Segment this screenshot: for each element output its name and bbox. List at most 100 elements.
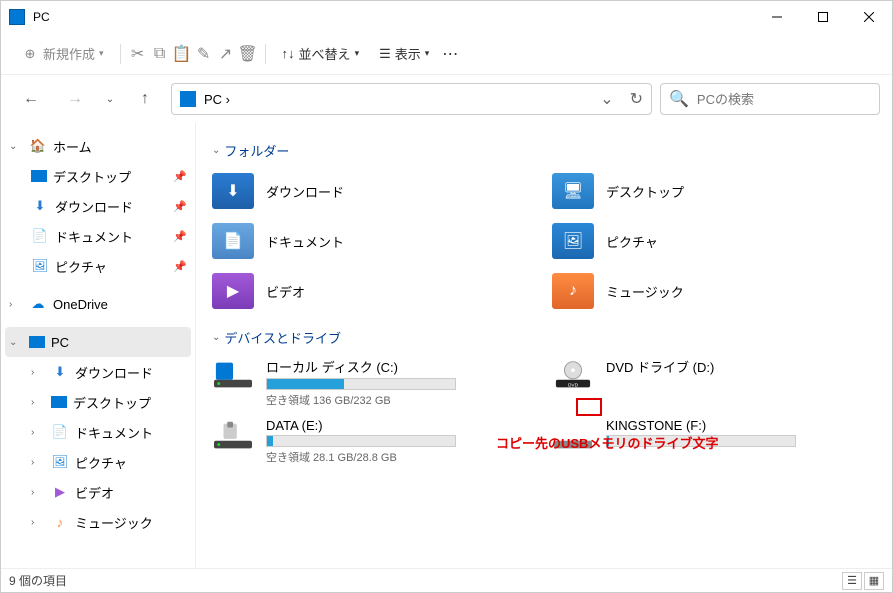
folder-label: ミュージック <box>606 282 684 301</box>
folder-videos[interactable]: ▶ ビデオ <box>212 270 536 312</box>
sidebar-item-pc-downloads[interactable]: › ⬇ ダウンロード <box>1 357 195 387</box>
section-folders-header[interactable]: ⌄ フォルダー <box>212 141 876 160</box>
folder-pictures[interactable]: 🖼 ピクチャ <box>552 220 876 262</box>
sidebar-item-desktop[interactable]: デスクトップ 📌 <box>1 161 195 191</box>
hdd-icon <box>212 357 254 393</box>
chevron-right-icon[interactable]: › <box>31 367 45 378</box>
chevron-down-icon[interactable]: ⌄ <box>9 141 23 152</box>
drive-name: DATA (E:) <box>266 418 536 433</box>
icons-view-button[interactable]: ▦ <box>864 572 884 590</box>
sidebar-item-pc[interactable]: ⌄ PC <box>5 327 191 357</box>
sidebar-item-label: ドキュメント <box>55 227 167 246</box>
sidebar-item-label: ピクチャ <box>55 257 167 276</box>
folder-label: ダウンロード <box>266 182 344 201</box>
search-box[interactable]: 🔍 <box>660 83 880 115</box>
maximize-button[interactable] <box>800 1 846 33</box>
separator <box>265 44 266 64</box>
new-button[interactable]: ⊕ 新規作成 ▾ <box>13 40 112 67</box>
document-icon: 📄 <box>51 423 69 441</box>
sidebar-item-label: ドキュメント <box>75 423 187 442</box>
sidebar-item-pc-documents[interactable]: › 📄 ドキュメント <box>1 417 195 447</box>
view-button[interactable]: ☰ 表示 ▾ <box>371 40 437 67</box>
window-title: PC <box>33 10 754 24</box>
pc-icon <box>9 9 25 25</box>
home-icon: 🏠 <box>29 137 47 155</box>
delete-icon[interactable]: 🗑 <box>239 45 257 63</box>
video-folder-icon: ▶ <box>212 273 254 309</box>
chevron-right-icon[interactable]: › <box>31 517 45 528</box>
pin-icon: 📌 <box>173 230 187 243</box>
folder-desktop[interactable]: 🖥 デスクトップ <box>552 170 876 212</box>
minimize-button[interactable] <box>754 1 800 33</box>
sidebar-item-documents[interactable]: 📄 ドキュメント 📌 <box>1 221 195 251</box>
sidebar-item-pc-music[interactable]: › ♪ ミュージック <box>1 507 195 537</box>
sidebar-item-pc-videos[interactable]: › ▶ ビデオ <box>1 477 195 507</box>
picture-folder-icon: 🖼 <box>552 223 594 259</box>
dvd-icon: DVD <box>552 357 594 393</box>
navbar: ← → ⌄ ↑ PC › ⌄ ↻ 🔍 <box>1 75 892 123</box>
folder-music[interactable]: ♪ ミュージック <box>552 270 876 312</box>
copy-icon[interactable]: ⧉ <box>151 45 169 63</box>
download-icon: ⬇ <box>31 197 49 215</box>
download-icon: ⬇ <box>51 363 69 381</box>
section-drives-header[interactable]: ⌄ デバイスとドライブ <box>212 328 876 347</box>
desktop-icon <box>51 396 67 408</box>
more-icon[interactable]: ⋯ <box>441 45 459 63</box>
picture-icon: 🖼 <box>31 257 49 275</box>
sidebar-item-onedrive[interactable]: › ☁ OneDrive <box>1 289 195 319</box>
details-view-button[interactable]: ☰ <box>842 572 862 590</box>
paste-icon[interactable]: 📋 <box>173 45 191 63</box>
rename-icon[interactable]: ✎ <box>195 45 213 63</box>
chevron-down-icon: ⌄ <box>212 145 220 156</box>
chevron-right-icon[interactable]: › <box>31 397 45 408</box>
sidebar-item-label: デスクトップ <box>53 167 167 186</box>
music-icon: ♪ <box>51 513 69 531</box>
search-icon: 🔍 <box>669 89 689 109</box>
address-bar[interactable]: PC › ⌄ ↻ <box>171 83 652 115</box>
chevron-down-icon: ⌄ <box>212 332 220 343</box>
recent-button[interactable]: ⌄ <box>101 81 119 117</box>
folder-label: ドキュメント <box>266 232 344 251</box>
sidebar-item-pc-desktop[interactable]: › デスクトップ <box>1 387 195 417</box>
sidebar-item-downloads[interactable]: ⬇ ダウンロード 📌 <box>1 191 195 221</box>
sidebar-item-label: ビデオ <box>75 483 187 502</box>
sidebar-item-home[interactable]: ⌄ 🏠 ホーム <box>1 131 195 161</box>
chevron-down-icon: ▾ <box>355 48 360 59</box>
hdd-icon <box>212 418 254 454</box>
back-button[interactable]: ← <box>13 81 49 117</box>
drive-usage-bar <box>266 435 456 447</box>
sidebar-item-pc-pictures[interactable]: › 🖼 ピクチャ <box>1 447 195 477</box>
chevron-right-icon[interactable]: › <box>31 427 45 438</box>
up-button[interactable]: ↑ <box>127 81 163 117</box>
drive-c[interactable]: ローカル ディスク (C:) 空き領域 136 GB/232 GB <box>212 357 536 408</box>
refresh-icon[interactable]: ↻ <box>630 89 643 109</box>
folder-documents[interactable]: 📄 ドキュメント <box>212 220 536 262</box>
breadcrumb[interactable]: PC › <box>204 92 592 107</box>
pin-icon: 📌 <box>173 170 187 183</box>
search-input[interactable] <box>697 92 873 107</box>
share-icon[interactable]: ↗ <box>217 45 235 63</box>
sidebar-item-label: OneDrive <box>53 297 187 312</box>
sidebar-item-label: ホーム <box>53 137 187 156</box>
sidebar-item-label: ミュージック <box>75 513 187 532</box>
close-button[interactable] <box>846 1 892 33</box>
svg-text:DVD: DVD <box>568 382 579 388</box>
folder-label: デスクトップ <box>606 182 684 201</box>
document-folder-icon: 📄 <box>212 223 254 259</box>
separator <box>120 44 121 64</box>
chevron-right-icon[interactable]: › <box>31 457 45 468</box>
sidebar-item-pictures[interactable]: 🖼 ピクチャ 📌 <box>1 251 195 281</box>
sidebar-item-label: ダウンロード <box>75 363 187 382</box>
chevron-right-icon[interactable]: › <box>31 487 45 498</box>
folder-label: ビデオ <box>266 282 305 301</box>
chevron-down-icon[interactable]: ⌄ <box>9 337 23 348</box>
chevron-right-icon[interactable]: › <box>9 299 23 310</box>
forward-button[interactable]: → <box>57 81 93 117</box>
sort-button[interactable]: ↑↓ 並べ替え ▾ <box>274 40 368 67</box>
chevron-down-icon[interactable]: ⌄ <box>600 89 613 109</box>
folder-downloads[interactable]: ⬇ ダウンロード <box>212 170 536 212</box>
drive-e[interactable]: DATA (E:) 空き領域 28.1 GB/28.8 GB <box>212 418 536 465</box>
chevron-down-icon: ▾ <box>99 48 104 59</box>
cut-icon[interactable]: ✂ <box>129 45 147 63</box>
folder-label: ピクチャ <box>606 232 658 251</box>
